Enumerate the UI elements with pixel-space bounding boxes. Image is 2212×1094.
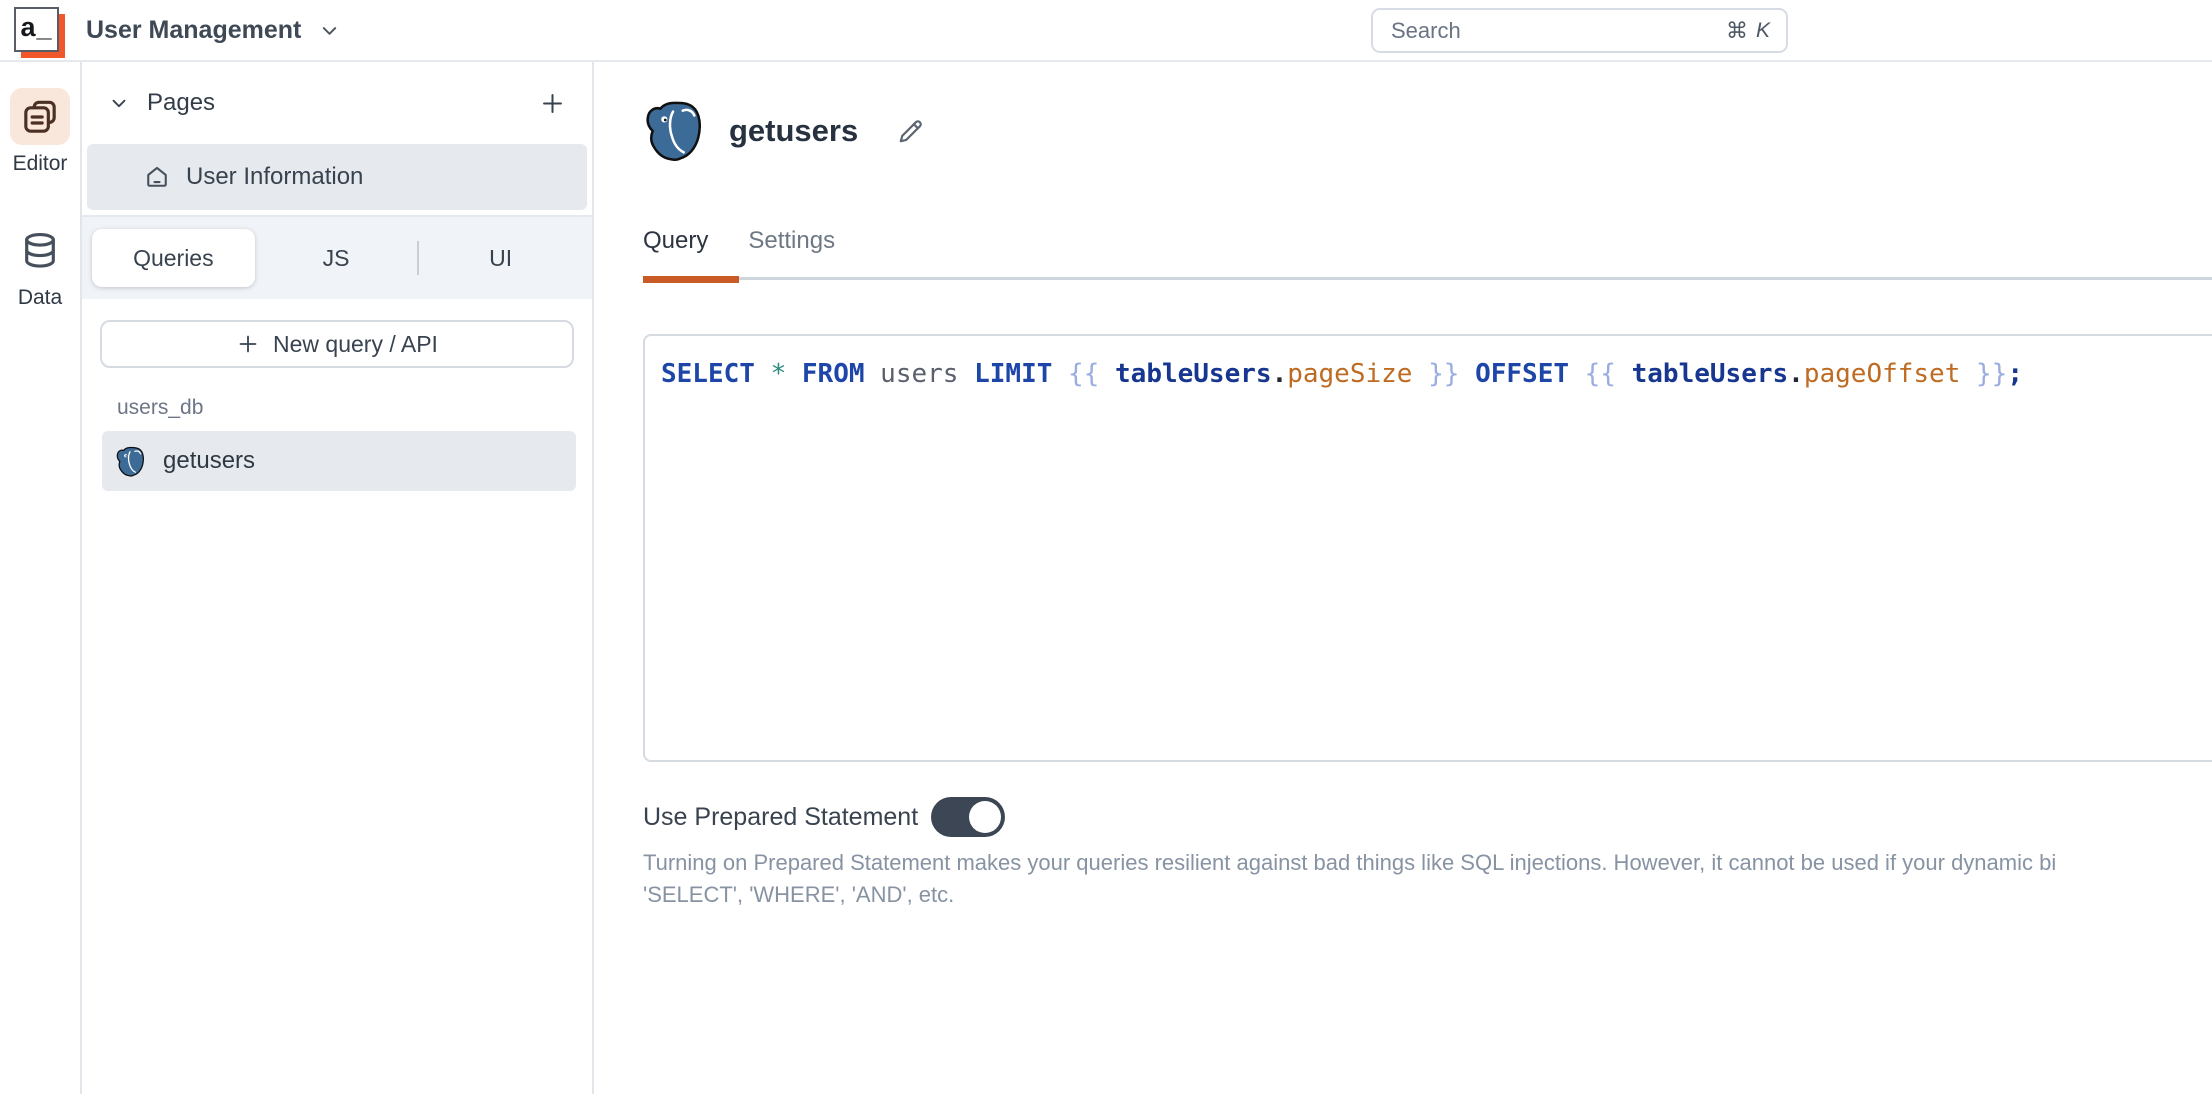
query-name: getusers: [729, 113, 859, 148]
prepared-statement-description-line2: 'SELECT', 'WHERE', 'AND', etc.: [643, 882, 955, 907]
postgres-icon: [115, 446, 146, 477]
editor-tabs: Query Settings: [643, 224, 2212, 283]
sql-code-line: SELECT * FROM users LIMIT {{ tableUsers.…: [661, 359, 2023, 389]
query-item-getusers[interactable]: getusers: [102, 431, 576, 491]
app-title: User Management: [86, 15, 302, 44]
postgres-icon: [643, 100, 705, 162]
rail-item-editor[interactable]: Editor: [10, 88, 70, 176]
plus-icon: [236, 332, 260, 356]
tab-queries[interactable]: Queries: [92, 229, 255, 287]
app-root: a_ User Management ⌘ K: [0, 0, 2212, 1094]
entity-tabs: Queries JS UI: [82, 217, 592, 299]
search-shortcut: ⌘ K: [1726, 18, 1770, 44]
query-editor: getusers Query Settings SELECT * FROM us…: [594, 62, 2212, 1094]
toggle-knob: [969, 801, 1002, 833]
command-icon: ⌘: [1725, 17, 1748, 43]
edit-name-pencil-icon[interactable]: [895, 116, 926, 147]
pages-header: Pages: [82, 62, 592, 144]
editor-icon-box: [10, 88, 70, 145]
app-title-dropdown[interactable]: User Management: [86, 0, 341, 60]
body: Editor Data Pages User Information Queri…: [0, 62, 2212, 1094]
new-query-label: New query / API: [273, 330, 438, 357]
tab-js[interactable]: JS: [255, 229, 418, 287]
pages-panel: Pages User Information Queries JS UI New…: [82, 62, 594, 1094]
tab-ui[interactable]: UI: [419, 229, 582, 287]
rail-label-data: Data: [17, 286, 63, 309]
sql-editor[interactable]: SELECT * FROM users LIMIT {{ tableUsers.…: [643, 334, 2212, 762]
page-item-user-information[interactable]: User Information: [87, 144, 587, 210]
database-icon: [19, 230, 61, 272]
tab-settings[interactable]: Settings: [748, 224, 835, 257]
datasource-group-label: users_db: [117, 396, 204, 419]
pages-collapse-chevron-icon[interactable]: [108, 92, 130, 114]
query-item-label: getusers: [163, 447, 256, 474]
topbar: a_ User Management ⌘ K: [0, 0, 2212, 62]
pages-title: Pages: [147, 89, 216, 116]
logo-box: a_: [14, 7, 59, 52]
search-input[interactable]: [1389, 16, 1726, 45]
new-query-button[interactable]: New query / API: [100, 320, 574, 368]
chevron-down-icon: [318, 19, 341, 42]
query-header: getusers: [643, 100, 2212, 162]
prepared-statement-label: Use Prepared Statement: [643, 802, 919, 831]
rail-label-editor: Editor: [12, 152, 68, 175]
rail-item-data[interactable]: Data: [10, 222, 70, 310]
pages-stack-icon: [20, 97, 60, 137]
data-icon-box: [10, 222, 70, 279]
tab-query[interactable]: Query: [643, 224, 740, 283]
shortcut-key-label: K: [1755, 18, 1770, 42]
left-rail: Editor Data: [0, 62, 82, 1094]
logo-text: a_: [20, 12, 53, 42]
app-logo: a_: [14, 7, 66, 59]
prepared-statement-row: Use Prepared Statement: [643, 796, 2212, 838]
prepared-statement-description-line1: Turning on Prepared Statement makes your…: [643, 850, 2057, 875]
search-box[interactable]: ⌘ K: [1371, 8, 1788, 53]
page-item-label: User Information: [186, 163, 364, 190]
add-page-icon[interactable]: [539, 90, 566, 117]
prepared-statement-toggle[interactable]: [931, 797, 1006, 837]
home-icon: [143, 163, 171, 191]
